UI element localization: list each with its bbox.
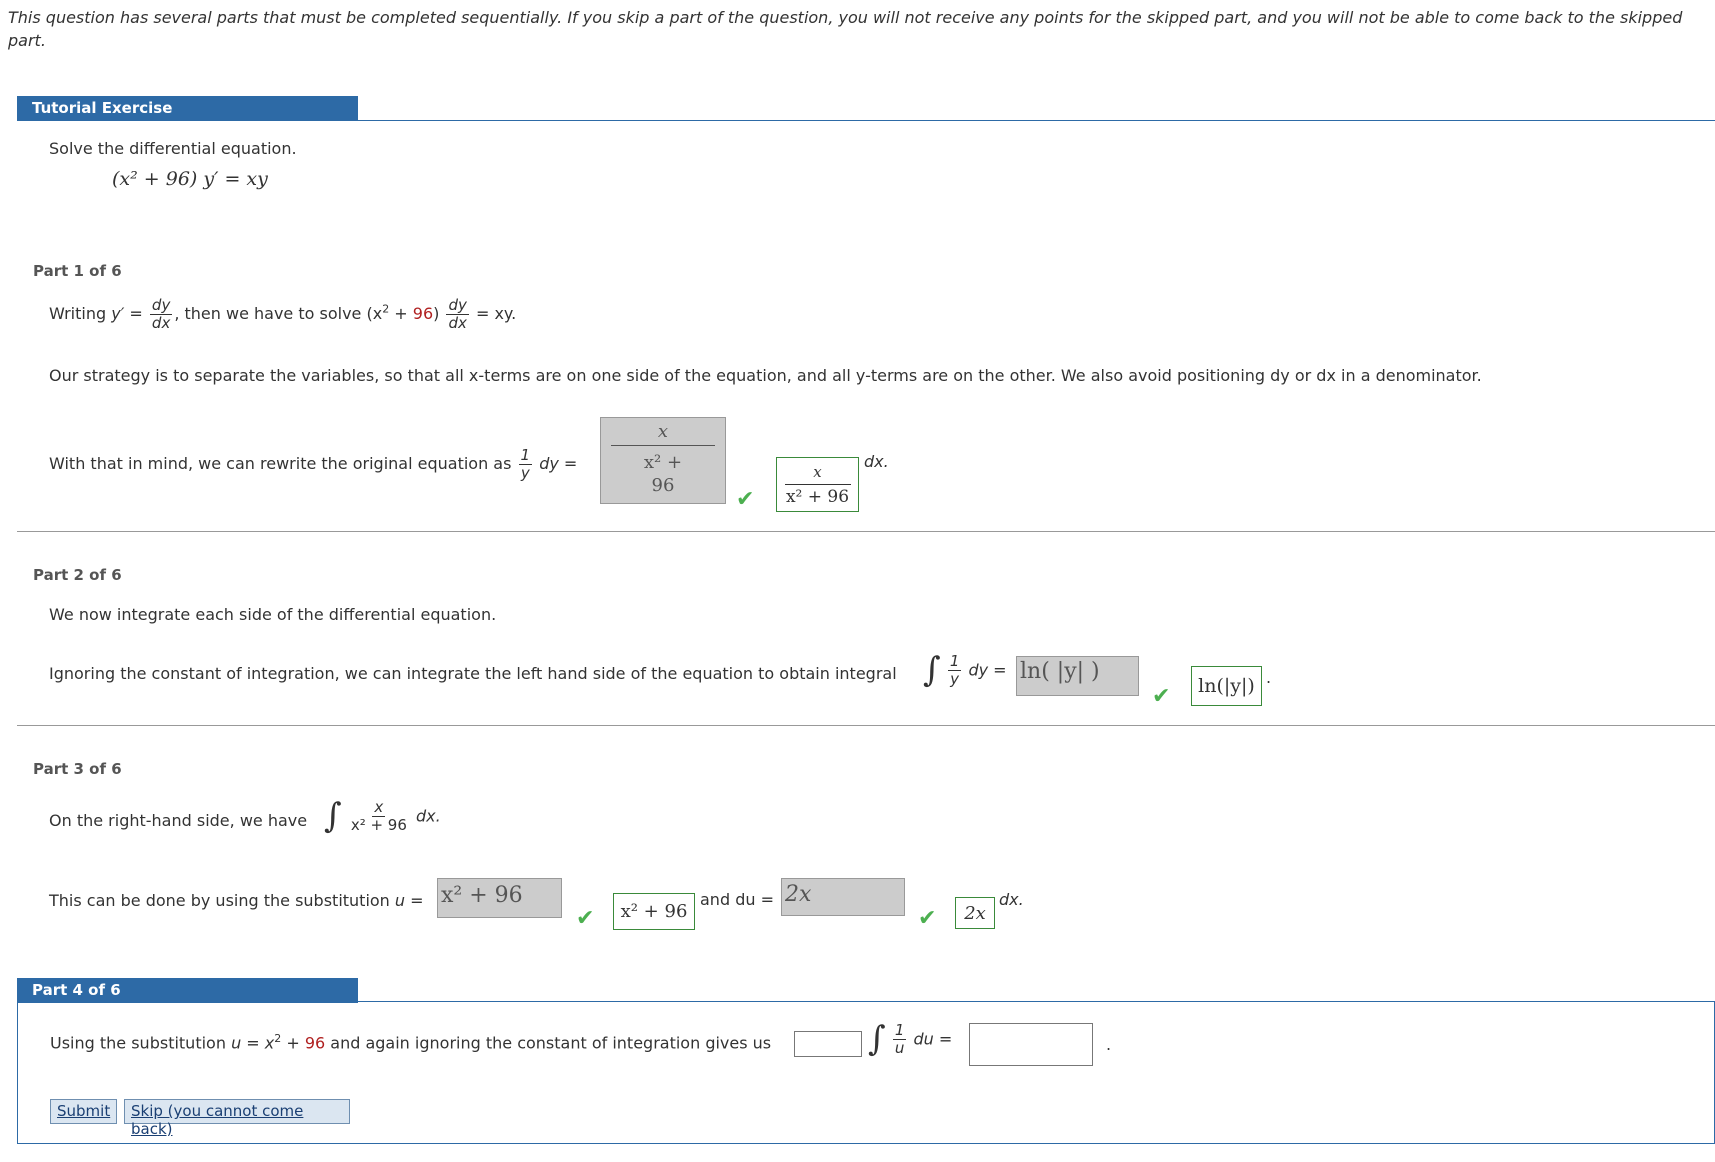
part-4-header: Part 4 of 6 — [17, 978, 358, 1003]
then-text: , then we have to solve — [174, 304, 362, 323]
one-over-y: 1y — [947, 651, 962, 688]
entered-denominator-1: x² + — [643, 452, 683, 473]
du-equals: du = — [913, 1029, 953, 1049]
part-4-suffix-text: and again ignoring the constant of integ… — [330, 1033, 772, 1053]
check-icon: ✔ — [736, 487, 755, 512]
check-icon: ✔ — [1152, 684, 1171, 709]
y-prime: y′ = — [111, 304, 143, 323]
skip-button[interactable]: Skip (you cannot come back) — [124, 1099, 350, 1138]
part-3-correct-du: 2x — [955, 897, 995, 929]
answer-numerator: x — [813, 462, 822, 481]
part-3-dx-suffix: dx. — [999, 890, 1024, 909]
and-du-label: and du = — [700, 890, 774, 909]
instructions-text: This question has several parts that mus… — [8, 8, 1683, 50]
part-2-correct-answer: ln(|y|) — [1191, 666, 1262, 706]
part-4-period: . — [1106, 1035, 1112, 1054]
rewrite-prefix: With that in mind, we can rewrite the or… — [49, 454, 512, 473]
answer-denominator: x² + 96 — [785, 486, 850, 507]
one-over-y-fraction: 1y — [518, 446, 533, 482]
dy-equals-2: dy = — [968, 660, 1007, 680]
part-2-entered-answer: ln( |y| ) — [1016, 656, 1139, 696]
part-1-correct-answer: x x² + 96 — [776, 457, 859, 512]
submit-button[interactable]: Submit — [50, 1099, 117, 1124]
part-2-integral-expr: ∫ 1y dy = — [923, 650, 1007, 690]
tutorial-prompt: Solve the differential equation. — [49, 139, 297, 158]
one-over-u: 1u — [892, 1020, 907, 1057]
part-4-prefix: Using the substitution — [50, 1033, 226, 1053]
part-1-label: Part 1 of 6 — [33, 262, 122, 280]
substitution-line: This can be done by using the substituti… — [49, 891, 424, 910]
lhs-num: 96 — [412, 304, 434, 323]
integral-sign: ∫ — [868, 1019, 886, 1059]
part-4-integral: ∫ 1u du = — [868, 1019, 952, 1059]
u-equals: u = — [394, 891, 424, 910]
dy-dx-fraction-2: dy dx — [446, 296, 469, 332]
part-3-correct-u: x² + 96 — [613, 893, 695, 930]
integral-result-input[interactable] — [969, 1023, 1093, 1066]
part-2-integral-line: Ignoring the constant of integration, we… — [49, 664, 897, 683]
part-4-num: 96 — [304, 1033, 326, 1053]
part-2-period: . — [1266, 668, 1272, 687]
tutorial-header-rule — [358, 120, 1715, 121]
part-2-prefix: Ignoring the constant of integration, we… — [49, 664, 897, 683]
lhs-plus: + — [389, 304, 413, 323]
x-over-x2-plus-96: x x² + 96 — [350, 797, 407, 834]
lhs-close: ) — [433, 304, 440, 323]
part-1-writing-line: Writing y′ = dy dx, then we have to solve… — [49, 298, 516, 331]
equals-xy: = xy. — [475, 304, 517, 323]
entered-numerator: x — [657, 421, 669, 442]
part-2-label: Part 2 of 6 — [33, 566, 122, 584]
part-1-divider — [17, 531, 1715, 532]
substitution-prefix: This can be done by using the substituti… — [49, 891, 390, 910]
part-3-label: Part 3 of 6 — [33, 760, 122, 778]
entered-fraction-bar — [611, 445, 715, 446]
answer-fraction-bar — [784, 483, 851, 485]
check-icon: ✔ — [918, 906, 937, 931]
dy-equals: dy = — [539, 454, 578, 473]
part-3-entered-du: 2x — [781, 878, 905, 916]
part-2-divider — [17, 725, 1715, 726]
part-3-rhs-prefix: On the right-hand side, we have — [49, 811, 308, 830]
part-2-intro: We now integrate each side of the differ… — [49, 605, 497, 624]
rewrite-line: With that in mind, we can rewrite the or… — [49, 448, 577, 481]
writing-prefix: Writing — [49, 304, 107, 323]
rhs-dx: dx. — [416, 806, 441, 826]
tutorial-exercise-header: Tutorial Exercise — [17, 96, 358, 121]
check-icon: ✔ — [576, 906, 595, 931]
dx-suffix: dx. — [864, 452, 889, 471]
entered-denominator-2: 96 — [651, 475, 675, 496]
strategy-text: Our strategy is to separate the variable… — [49, 366, 1482, 385]
part-3-rhs-integral: ∫ x x² + 96 dx. — [324, 796, 441, 836]
integral-sign: ∫ — [923, 650, 941, 690]
part-4-line: Using the substitution u = x2 + 96 and a… — [50, 1032, 771, 1052]
lhs-open: (x — [366, 304, 383, 323]
integral-sign: ∫ — [324, 796, 342, 836]
part-3-entered-u: x² + 96 — [437, 878, 562, 918]
part-4-plus: + — [281, 1033, 305, 1053]
differential-equation: (x² + 96) y′ = xy — [112, 168, 268, 190]
coefficient-input[interactable] — [794, 1031, 862, 1057]
dy-dx-fraction: dy dx — [149, 296, 173, 332]
part-1-entered-answer: x x² + 96 — [600, 417, 726, 504]
u-equals-x: u = x — [231, 1033, 275, 1053]
